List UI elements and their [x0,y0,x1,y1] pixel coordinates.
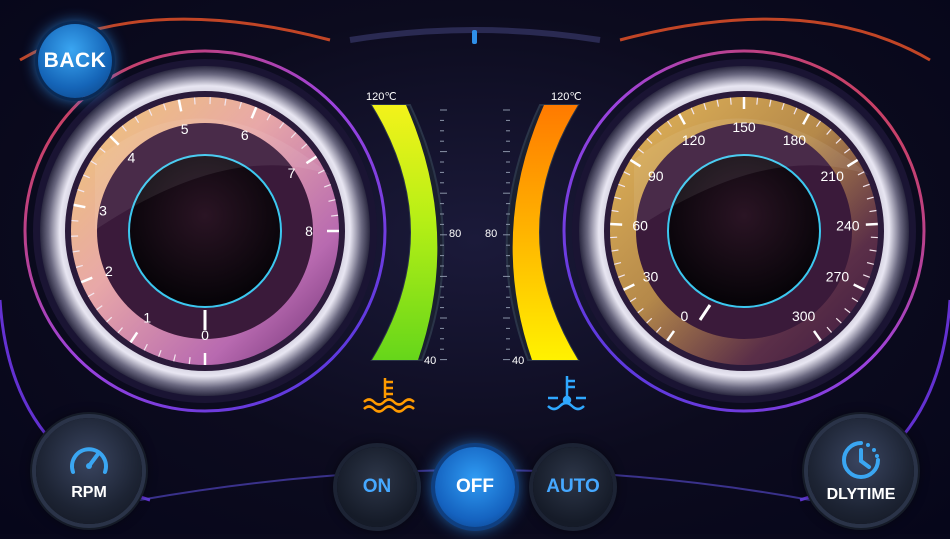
rpm-button-label: RPM [71,484,107,502]
coolant-temp-icon [548,376,586,409]
speed-dial-label: 270 [826,269,850,285]
rpm-dial-label: 5 [181,121,189,137]
top-indicator [472,30,477,44]
right-temp-mid-label: 80 [485,228,497,240]
rpm-dial-label: 3 [99,203,107,219]
clock-icon [839,438,883,482]
right-temp-max-label: 120℃ [551,91,582,103]
rpm-gauge: 012345678 [25,51,385,411]
speed-dial-tick [757,98,758,105]
speed-dial-label: 0 [680,308,688,324]
auto-button[interactable]: AUTO [533,447,613,527]
speedometer-icon [67,440,111,480]
rpm-button[interactable]: RPM [36,418,142,524]
coolant-temp-warning-icon [364,378,414,412]
left-temp-min-label: 40 [424,355,436,367]
speed-dial-label: 120 [682,132,706,148]
rpm-dial-label: 4 [128,149,136,165]
dlytime-button[interactable]: DLYTIME [808,418,914,524]
dashboard: 0 1 2 3 4 5 6 7 8 0 30 60 90 120 150 180 210 240 270 300 1… [0,0,950,534]
rpm-dial-tick [331,215,338,216]
right-temp-min-label: 40 [512,355,524,367]
speed-dial-label: 210 [821,168,845,184]
dlytime-button-label: DLYTIME [827,486,896,504]
speed-dial-tick [610,224,622,225]
left-temp-fill [372,105,437,360]
left-temp-max-label: 120℃ [366,91,397,103]
speed-gauge: 0 30 60 90 120 150 180 210 240 270 300 [564,51,924,411]
back-button[interactable]: BACK [38,24,112,98]
speed-dial-tick [866,224,878,225]
rpm-dial-label: 1 [143,309,151,325]
rpm-dial-label: 8 [305,223,313,239]
speed-dial-label: 240 [836,218,860,234]
rpm-dial-label: 6 [241,127,249,143]
rpm-dial-tick [71,220,78,221]
speed-dial-label: 150 [732,119,756,135]
rpm-dial-label: 2 [105,263,113,279]
left-temp-mid-label: 80 [449,228,461,240]
rpm-dial-tick [189,357,190,364]
on-button[interactable]: ON [337,447,417,527]
speed-dial-label: 60 [632,218,648,234]
speed-dial-label: 300 [792,308,816,324]
right-temp-bar: 120℃ 80 40 [485,91,586,409]
rpm-dial-label: 7 [288,165,296,181]
right-temp-fill [513,105,578,360]
left-temp-bar: 120℃ 80 40 [364,91,461,412]
speed-dial-label: 180 [783,132,807,148]
speed-dial-label: 30 [643,269,659,285]
speed-dial-tick [730,98,731,105]
rpm-dial-tick [194,97,195,104]
speed-dial-label: 90 [648,168,664,184]
off-button[interactable]: OFF [435,447,515,527]
